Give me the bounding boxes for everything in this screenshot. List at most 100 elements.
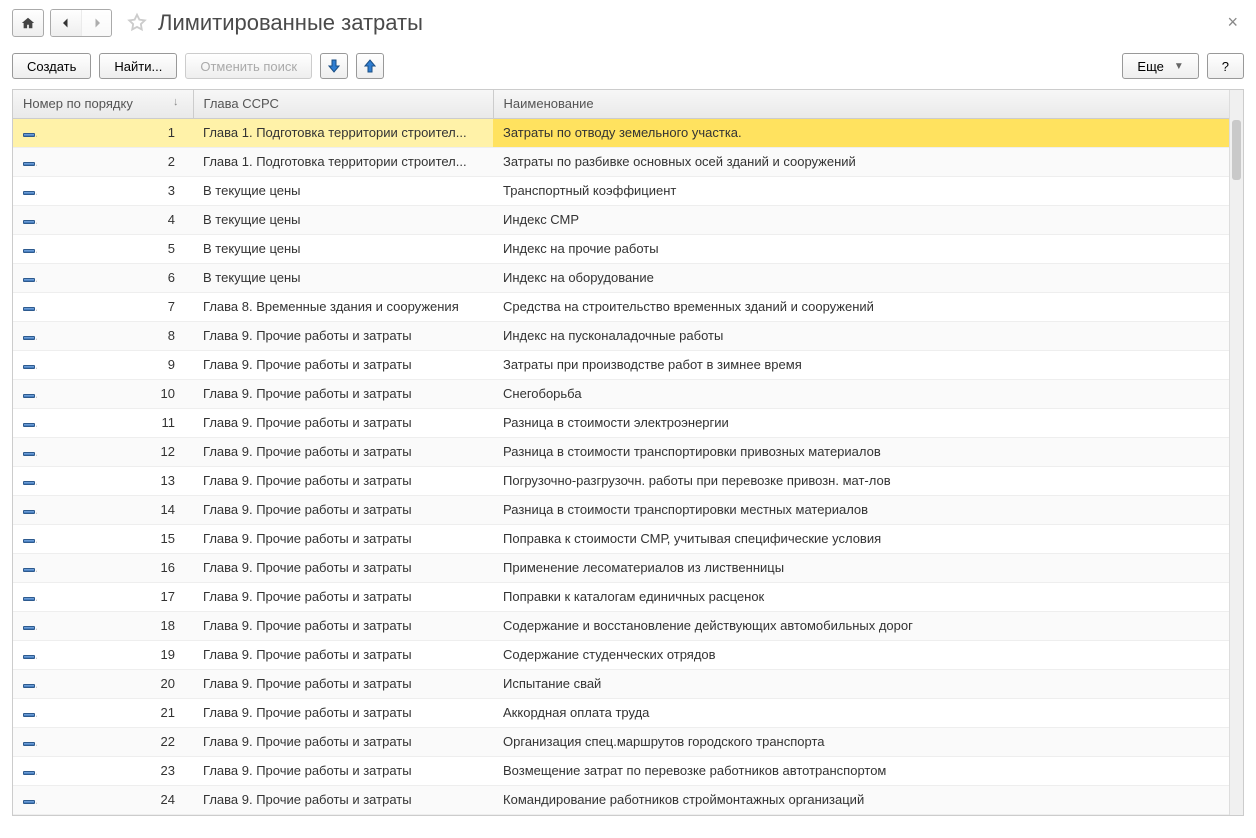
- cancel-search-button[interactable]: Отменить поиск: [185, 53, 312, 79]
- row-name-cell: Аккордная оплата труда: [493, 698, 1243, 727]
- item-icon: [23, 481, 35, 485]
- arrow-up-blue-icon: [364, 59, 376, 73]
- row-name-cell: Индекс на оборудование: [493, 263, 1243, 292]
- table-row[interactable]: 8Глава 9. Прочие работы и затратыИндекс …: [13, 321, 1243, 350]
- col-chapter-header[interactable]: Глава ССРС: [193, 90, 493, 118]
- row-chapter-cell: Глава 9. Прочие работы и затраты: [193, 727, 493, 756]
- item-icon: [23, 365, 35, 369]
- row-number-cell: 18: [37, 611, 193, 640]
- scrollbar-thumb[interactable]: [1232, 120, 1241, 180]
- favorite-star-icon[interactable]: [126, 12, 148, 34]
- row-number-cell: 6: [37, 263, 193, 292]
- item-icon: [23, 307, 35, 311]
- row-number-cell: 8: [37, 321, 193, 350]
- table-row[interactable]: 16Глава 9. Прочие работы и затратыПримен…: [13, 553, 1243, 582]
- row-number-cell: 2: [37, 147, 193, 176]
- move-up-button[interactable]: [356, 53, 384, 79]
- row-number-cell: 7: [37, 292, 193, 321]
- col-name-header[interactable]: Наименование: [493, 90, 1243, 118]
- table-row[interactable]: 5В текущие ценыИндекс на прочие работы: [13, 234, 1243, 263]
- table-row[interactable]: 13Глава 9. Прочие работы и затратыПогруз…: [13, 466, 1243, 495]
- row-chapter-cell: Глава 9. Прочие работы и затраты: [193, 437, 493, 466]
- sort-asc-icon: ↓: [173, 96, 179, 108]
- move-down-button[interactable]: [320, 53, 348, 79]
- row-name-cell: Возмещение затрат по перевозке работнико…: [493, 756, 1243, 785]
- row-marker-cell: [13, 756, 37, 785]
- item-icon: [23, 539, 35, 543]
- chevron-down-icon: ▼: [1174, 61, 1184, 72]
- row-marker-cell: [13, 176, 37, 205]
- row-chapter-cell: В текущие цены: [193, 234, 493, 263]
- row-marker-cell: [13, 205, 37, 234]
- row-chapter-cell: Глава 9. Прочие работы и затраты: [193, 466, 493, 495]
- item-icon: [23, 394, 35, 398]
- data-table: Номер по порядку ↓ Глава ССРС Наименован…: [13, 90, 1243, 815]
- item-icon: [23, 133, 35, 137]
- row-chapter-cell: Глава 9. Прочие работы и затраты: [193, 379, 493, 408]
- row-chapter-cell: Глава 9. Прочие работы и затраты: [193, 524, 493, 553]
- home-icon: [21, 16, 35, 30]
- close-icon: ×: [1227, 12, 1238, 32]
- row-marker-cell: [13, 582, 37, 611]
- close-button[interactable]: ×: [1221, 8, 1244, 37]
- item-icon: [23, 771, 35, 775]
- row-number-cell: 4: [37, 205, 193, 234]
- row-number-cell: 20: [37, 669, 193, 698]
- header-bar: Лимитированные затраты ×: [12, 8, 1244, 37]
- row-number-cell: 22: [37, 727, 193, 756]
- item-icon: [23, 220, 35, 224]
- item-icon: [23, 249, 35, 253]
- item-icon: [23, 191, 35, 195]
- item-icon: [23, 684, 35, 688]
- row-number-cell: 3: [37, 176, 193, 205]
- table-row[interactable]: 4В текущие ценыИндекс СМР: [13, 205, 1243, 234]
- row-name-cell: Разница в стоимости транспортировки прив…: [493, 437, 1243, 466]
- table-row[interactable]: 19Глава 9. Прочие работы и затратыСодерж…: [13, 640, 1243, 669]
- table-row[interactable]: 10Глава 9. Прочие работы и затратыСнегоб…: [13, 379, 1243, 408]
- vertical-scrollbar[interactable]: [1229, 90, 1243, 815]
- row-name-cell: Содержание студенческих отрядов: [493, 640, 1243, 669]
- item-icon: [23, 655, 35, 659]
- table-row[interactable]: 3В текущие ценыТранспортный коэффициент: [13, 176, 1243, 205]
- row-chapter-cell: В текущие цены: [193, 205, 493, 234]
- table-row[interactable]: 18Глава 9. Прочие работы и затратыСодерж…: [13, 611, 1243, 640]
- table-row[interactable]: 15Глава 9. Прочие работы и затратыПоправ…: [13, 524, 1243, 553]
- table-row[interactable]: 2Глава 1. Подготовка территории строител…: [13, 147, 1243, 176]
- nav-back-forward: [50, 9, 112, 37]
- home-button[interactable]: [12, 9, 44, 37]
- table-row[interactable]: 14Глава 9. Прочие работы и затратыРазниц…: [13, 495, 1243, 524]
- table-row[interactable]: 23Глава 9. Прочие работы и затратыВозмещ…: [13, 756, 1243, 785]
- row-number-cell: 14: [37, 495, 193, 524]
- table-row[interactable]: 17Глава 9. Прочие работы и затратыПоправ…: [13, 582, 1243, 611]
- row-name-cell: Индекс на прочие работы: [493, 234, 1243, 263]
- table-row[interactable]: 20Глава 9. Прочие работы и затратыИспыта…: [13, 669, 1243, 698]
- table-row[interactable]: 7Глава 8. Временные здания и сооруженияС…: [13, 292, 1243, 321]
- create-button[interactable]: Создать: [12, 53, 91, 79]
- row-number-cell: 21: [37, 698, 193, 727]
- more-button[interactable]: Еще ▼: [1122, 53, 1198, 79]
- help-button[interactable]: ?: [1207, 53, 1244, 79]
- table-row[interactable]: 21Глава 9. Прочие работы и затратыАккорд…: [13, 698, 1243, 727]
- find-button[interactable]: Найти...: [99, 53, 177, 79]
- row-chapter-cell: Глава 1. Подготовка территории строител.…: [193, 147, 493, 176]
- col-number-header[interactable]: Номер по порядку ↓: [13, 90, 193, 118]
- row-chapter-cell: В текущие цены: [193, 176, 493, 205]
- table-row[interactable]: 6В текущие ценыИндекс на оборудование: [13, 263, 1243, 292]
- table-row[interactable]: 22Глава 9. Прочие работы и затратыОргани…: [13, 727, 1243, 756]
- table-row[interactable]: 24Глава 9. Прочие работы и затратыКоманд…: [13, 785, 1243, 814]
- row-marker-cell: [13, 147, 37, 176]
- table-row[interactable]: 9Глава 9. Прочие работы и затратыЗатраты…: [13, 350, 1243, 379]
- row-marker-cell: [13, 234, 37, 263]
- back-button[interactable]: [51, 10, 81, 36]
- row-number-cell: 16: [37, 553, 193, 582]
- row-marker-cell: [13, 437, 37, 466]
- table-row[interactable]: 1Глава 1. Подготовка территории строител…: [13, 118, 1243, 147]
- forward-button[interactable]: [81, 10, 111, 36]
- row-chapter-cell: Глава 9. Прочие работы и затраты: [193, 640, 493, 669]
- row-number-cell: 17: [37, 582, 193, 611]
- table-row[interactable]: 11Глава 9. Прочие работы и затратыРазниц…: [13, 408, 1243, 437]
- row-chapter-cell: Глава 8. Временные здания и сооружения: [193, 292, 493, 321]
- row-marker-cell: [13, 350, 37, 379]
- row-number-cell: 11: [37, 408, 193, 437]
- table-row[interactable]: 12Глава 9. Прочие работы и затратыРазниц…: [13, 437, 1243, 466]
